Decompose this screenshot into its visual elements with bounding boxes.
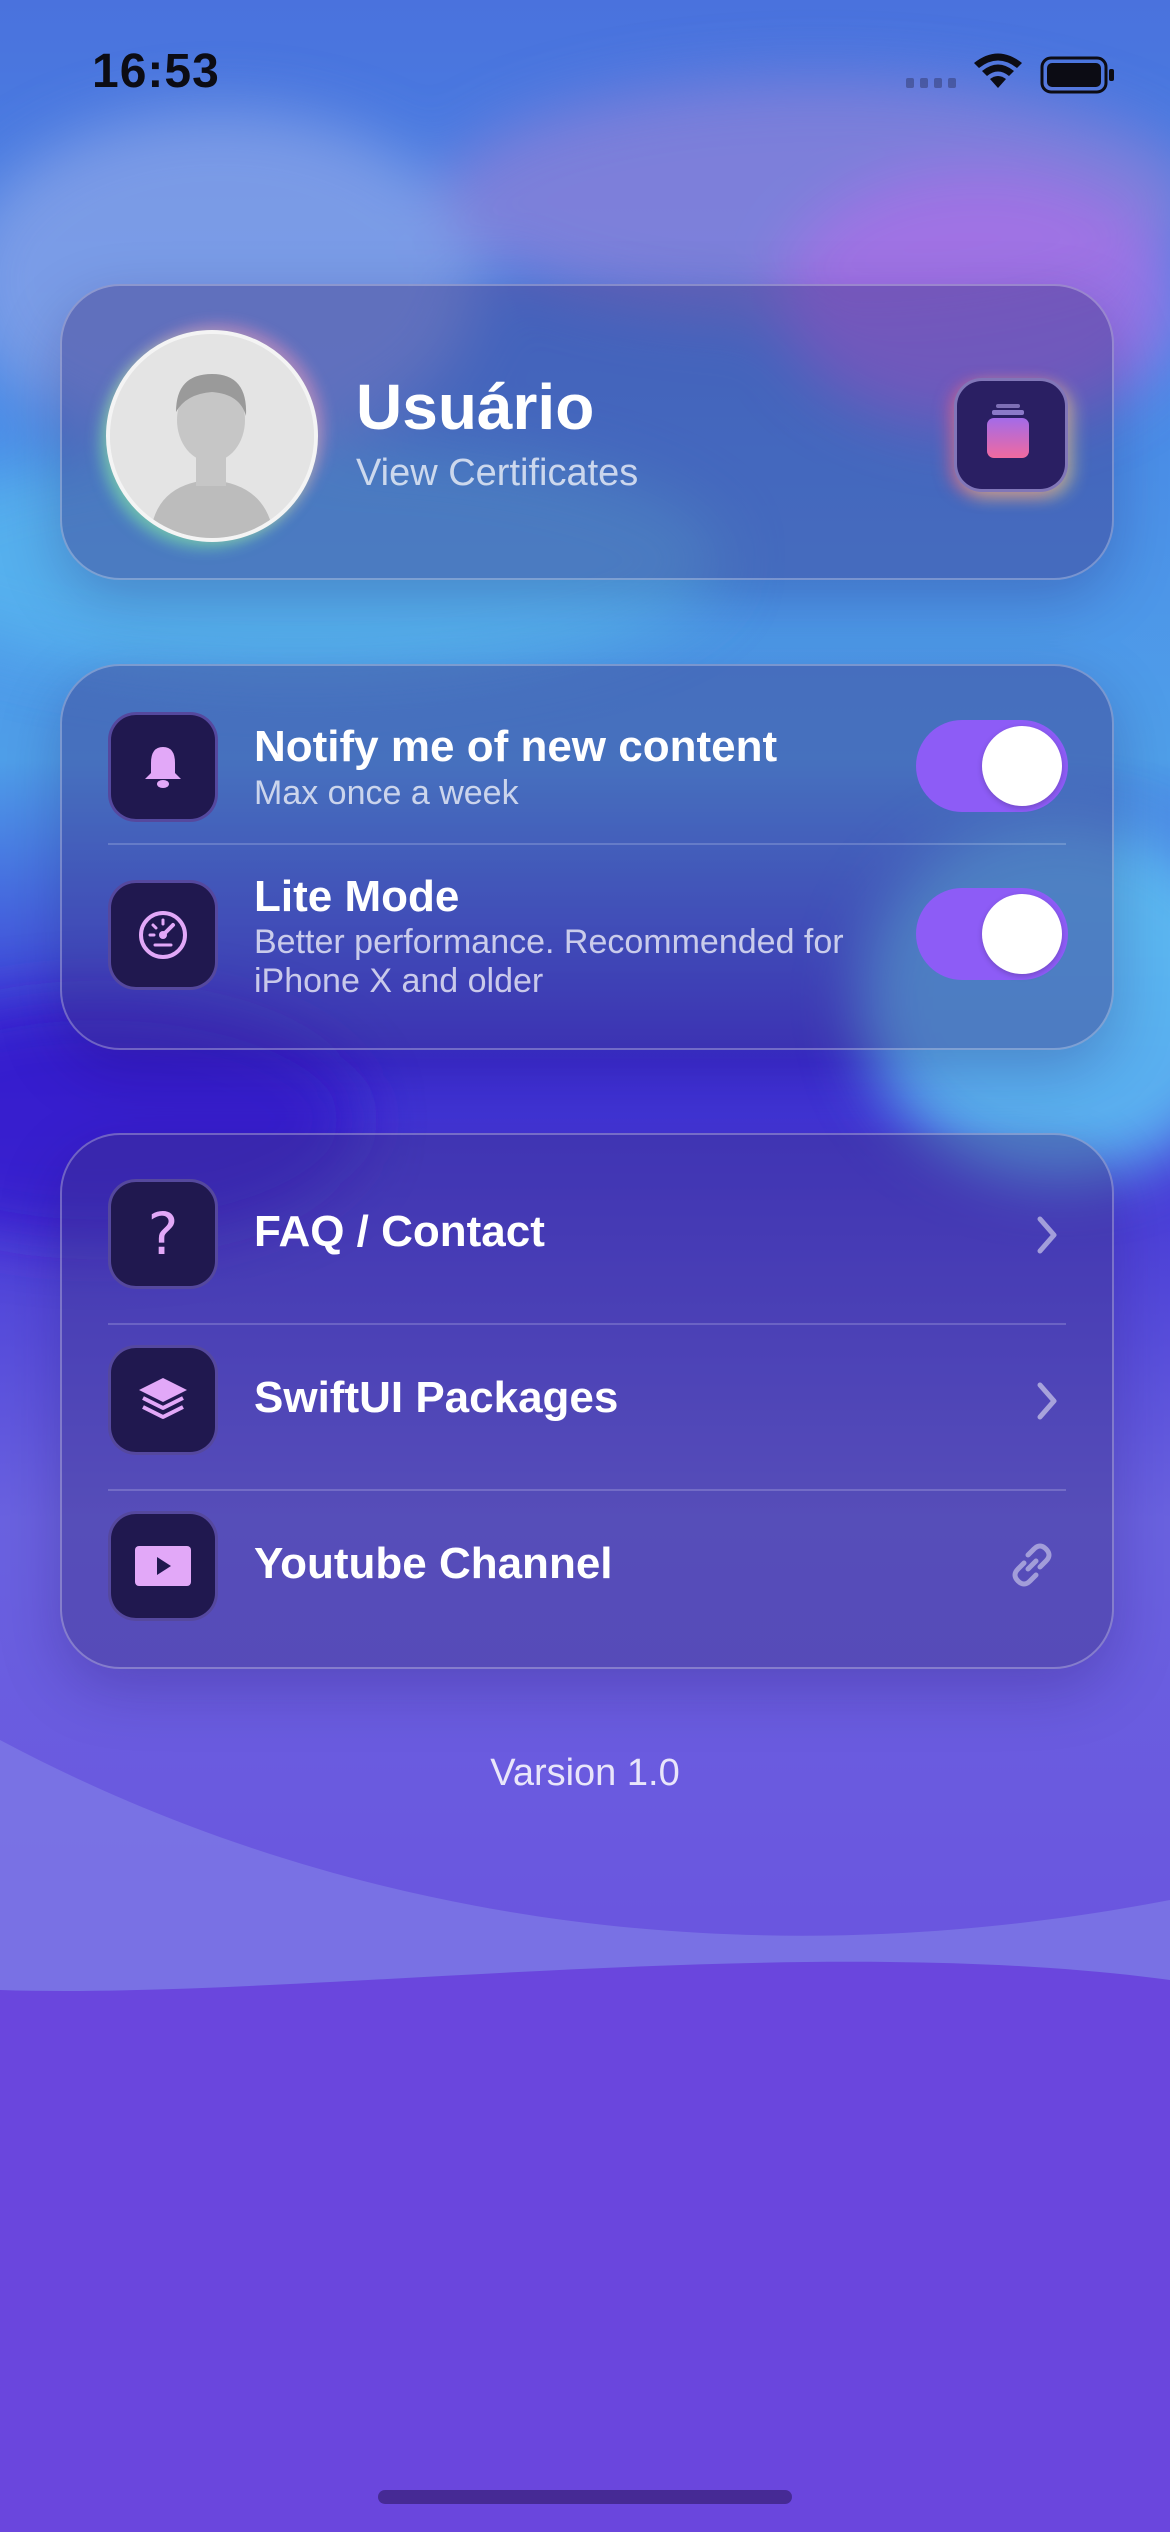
youtube-icon-box [108, 1511, 218, 1621]
lite-mode-toggle[interactable] [916, 888, 1068, 980]
home-indicator[interactable] [378, 2490, 792, 2504]
status-time: 16:53 [92, 45, 220, 98]
profile-card[interactable]: Usuário View Certificates [60, 284, 1114, 580]
faq-icon-box: ? [108, 1179, 218, 1289]
settings-card: Notify me of new content Max once a week… [60, 664, 1114, 1050]
bell-icon [145, 747, 181, 788]
speedometer-icon [139, 911, 187, 959]
lite-mode-title: Lite Mode [254, 872, 460, 921]
youtube-channel-row[interactable]: Youtube Channel [62, 1491, 1112, 1667]
chevron-right-icon [1037, 1382, 1057, 1420]
swiftui-packages-row[interactable]: SwiftUI Packages [62, 1325, 1112, 1489]
play-icon [135, 1546, 191, 1586]
stack-icon [139, 1378, 187, 1419]
certificates-button[interactable] [954, 378, 1068, 492]
lite-mode-subtitle: Better performance. Recommended for iPho… [254, 923, 844, 1000]
toggle-knob [982, 726, 1062, 806]
notify-toggle[interactable] [916, 720, 1068, 812]
links-card: ? FAQ / Contact SwiftUI Packages Youtube… [60, 1133, 1114, 1669]
notify-subtitle: Max once a week [254, 774, 519, 812]
youtube-channel-label: Youtube Channel [254, 1539, 613, 1588]
chevron-right-icon [1037, 1216, 1057, 1254]
view-certificates-link[interactable]: View Certificates [356, 452, 638, 495]
divider [108, 843, 1066, 845]
notify-title: Notify me of new content [254, 722, 778, 771]
swiftui-packages-label: SwiftUI Packages [254, 1373, 619, 1422]
toggle-knob [982, 894, 1062, 974]
packages-icon-box [108, 1345, 218, 1455]
notify-icon-box [108, 712, 218, 822]
question-icon: ? [147, 1200, 179, 1268]
faq-contact-row[interactable]: ? FAQ / Contact [62, 1135, 1112, 1321]
battery-icon [1040, 56, 1114, 94]
user-name: Usuário [356, 371, 595, 443]
link-icon [1012, 1543, 1052, 1587]
wifi-icon [974, 53, 1022, 88]
avatar [106, 330, 318, 542]
version-label: Varsion 1.0 [490, 1752, 680, 1794]
faq-contact-label: FAQ / Contact [254, 1207, 545, 1256]
status-bar: 16:53 [0, 0, 1170, 150]
lite-mode-icon-box [108, 880, 218, 990]
cellular-signal-icon [906, 78, 956, 88]
certificate-stack-icon [987, 404, 1029, 458]
